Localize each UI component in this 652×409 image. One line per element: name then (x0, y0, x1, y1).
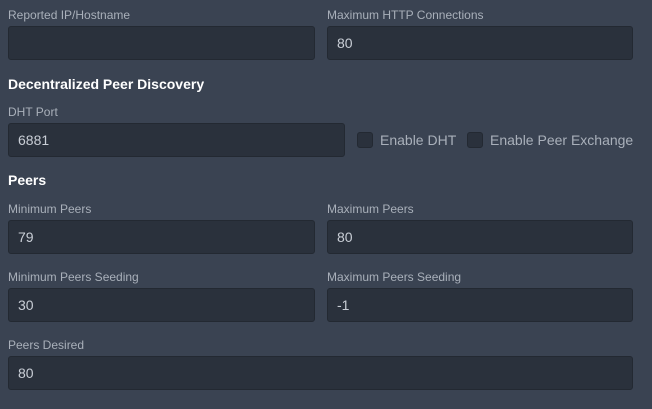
max-peers-label: Maximum Peers (327, 202, 414, 216)
max-peers-seeding-input[interactable] (327, 288, 633, 322)
dht-port-input[interactable] (8, 123, 345, 157)
reported-ip-label: Reported IP/Hostname (8, 8, 131, 22)
max-peers-input[interactable] (327, 220, 633, 254)
max-peers-seeding-label: Maximum Peers Seeding (327, 270, 462, 284)
enable-dht-label: Enable DHT (380, 132, 457, 148)
dht-port-label: DHT Port (8, 105, 58, 119)
peers-desired-input[interactable] (8, 356, 633, 390)
enable-dht-checkbox-box[interactable] (357, 132, 373, 148)
enable-peer-exchange-checkbox[interactable]: Enable Peer Exchange (467, 123, 633, 157)
min-peers-label: Minimum Peers (8, 202, 92, 216)
enable-peer-exchange-checkbox-box[interactable] (467, 132, 483, 148)
max-http-connections-label: Maximum HTTP Connections (327, 8, 484, 22)
dht-section-title: Decentralized Peer Discovery (8, 76, 205, 92)
min-peers-seeding-label: Minimum Peers Seeding (8, 270, 139, 284)
max-http-connections-input[interactable] (327, 26, 633, 60)
enable-peer-exchange-label: Enable Peer Exchange (490, 132, 634, 148)
min-peers-input[interactable] (8, 220, 315, 254)
peers-desired-label: Peers Desired (8, 338, 85, 352)
peers-section-title: Peers (8, 172, 47, 188)
min-peers-seeding-input[interactable] (8, 288, 315, 322)
enable-dht-checkbox[interactable]: Enable DHT (357, 123, 456, 157)
reported-ip-input[interactable] (8, 26, 315, 60)
